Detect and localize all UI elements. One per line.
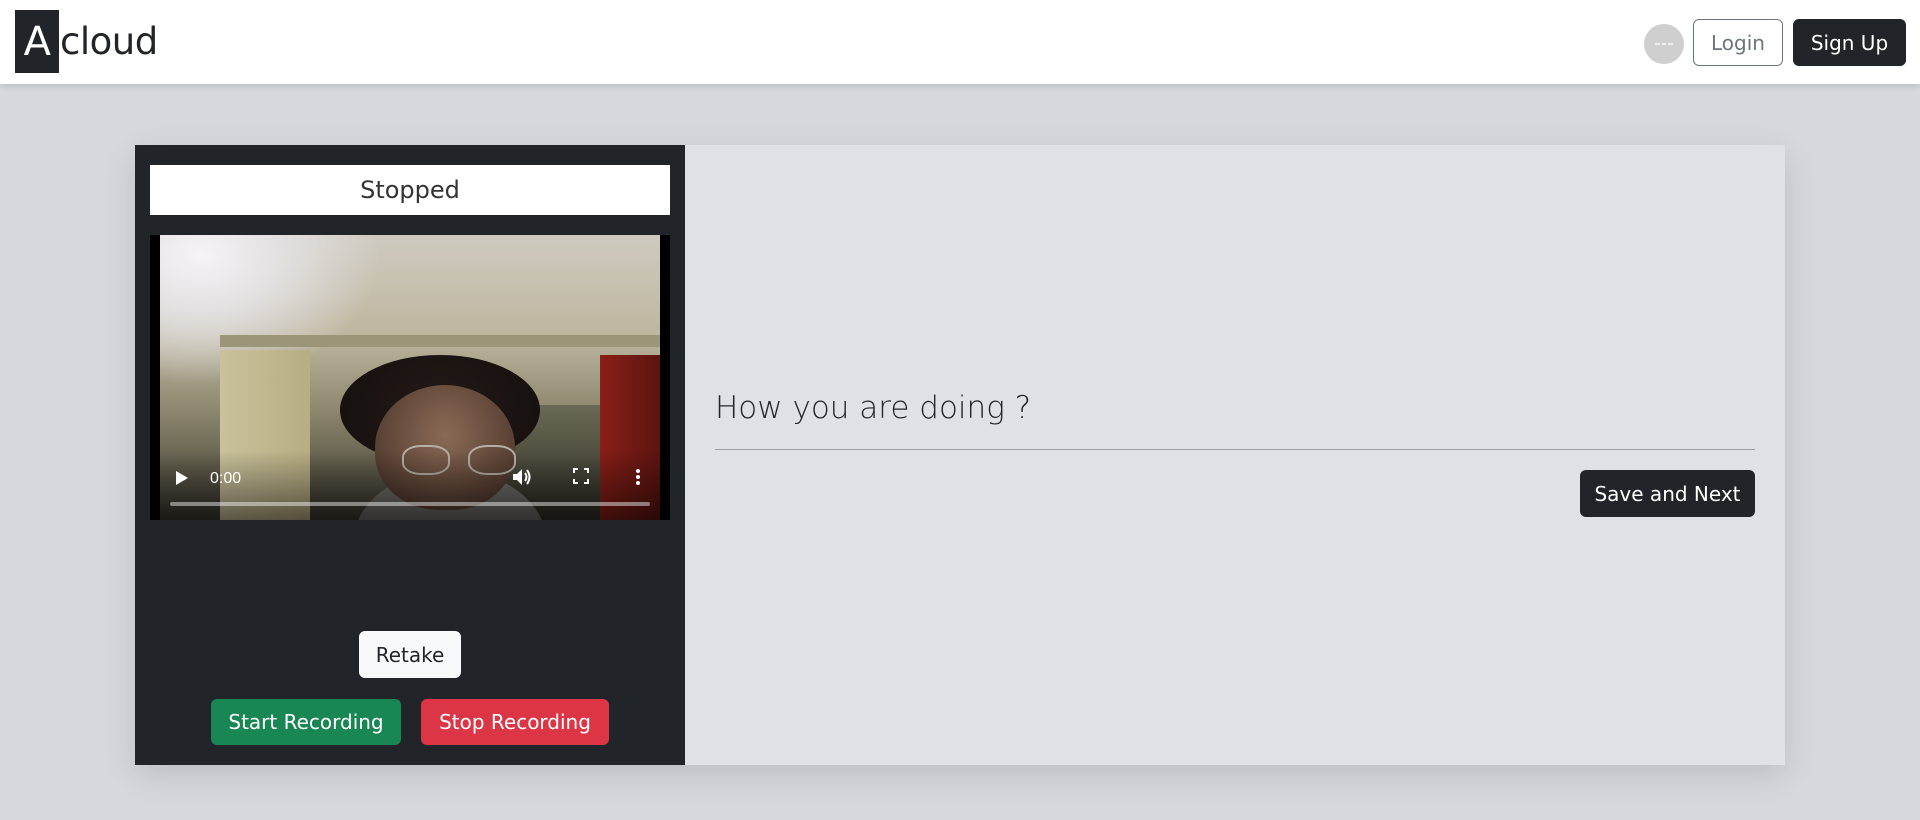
video-player[interactable]: 0:00 [150,235,670,520]
video-controls: 0:00 [160,450,660,520]
video-progress-bar[interactable] [170,502,650,506]
video-scene-ceiling [220,335,660,347]
navbar: A cloud Login Sign Up [0,0,1920,84]
play-icon[interactable] [175,470,189,490]
start-recording-button[interactable]: Start Recording [211,699,401,745]
fullscreen-icon[interactable] [573,468,589,489]
logo-text: cloud [60,20,158,63]
login-button[interactable]: Login [1693,19,1783,66]
stop-recording-button[interactable]: Stop Recording [421,699,609,745]
video-frame[interactable]: 0:00 [160,235,660,520]
question-panel: How you are doing ? Save and Next [685,145,1785,765]
avatar-placeholder-icon [1655,43,1673,45]
interview-card: Stopped 0:00 Retake Start Recording Stop… [135,145,1785,765]
more-options-icon[interactable] [635,468,641,491]
recorder-panel: Stopped 0:00 Retake Start Recording Stop… [135,145,685,765]
user-avatar-icon[interactable] [1644,24,1684,64]
signup-button[interactable]: Sign Up [1793,19,1906,66]
brand-logo[interactable]: A cloud [15,10,158,73]
question-divider [715,449,1755,450]
logo-letter: A [15,10,59,73]
video-current-time: 0:00 [210,470,242,487]
retake-button[interactable]: Retake [359,631,461,678]
question-text: How you are doing ? [715,390,1032,426]
recording-status: Stopped [150,165,670,215]
volume-icon[interactable] [512,468,532,491]
save-and-next-button[interactable]: Save and Next [1580,470,1755,517]
